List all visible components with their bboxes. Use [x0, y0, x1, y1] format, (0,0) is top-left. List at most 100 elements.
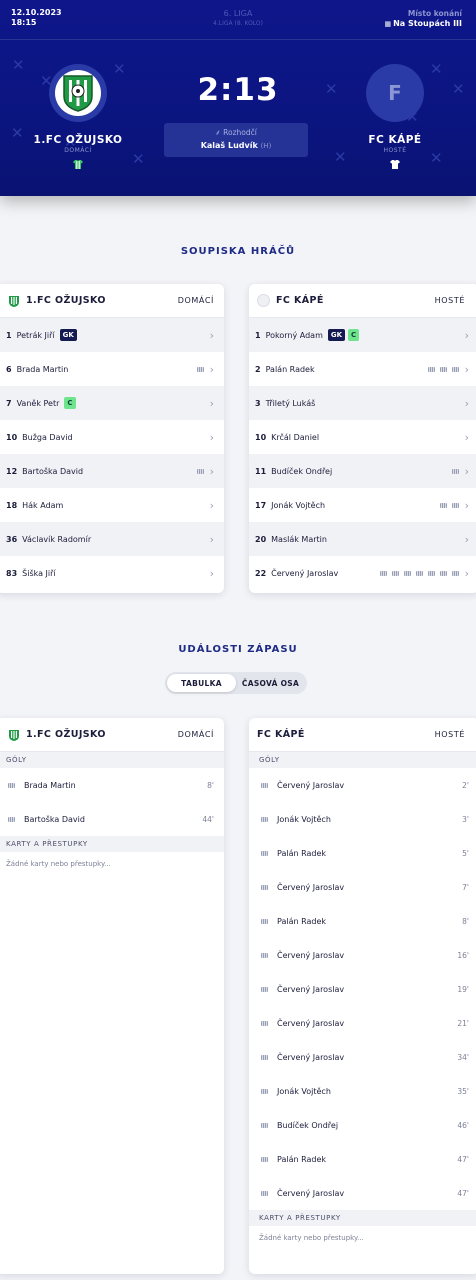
player-row[interactable]: 1 Pokorný Adam GK C ›: [249, 318, 476, 352]
match-header: 12.10.2023 18:15 6. LIGA 4.LIGA (8. KOLO…: [0, 0, 476, 196]
player-row[interactable]: 12 Bartoška David ›: [0, 454, 224, 488]
player-name: Vaněk Petr: [16, 398, 60, 408]
player-number: 83: [6, 568, 18, 578]
player-number: 10: [6, 432, 18, 442]
player-row[interactable]: 20 Maslák Martin ›: [249, 522, 476, 556]
tab-timeline[interactable]: ČASOVÁ OSA: [236, 674, 305, 692]
events-title: UDÁLOSTI ZÁPASU: [178, 644, 298, 655]
player-row[interactable]: 18 Hák Adam ›: [0, 488, 224, 522]
chevron-right-icon: ›: [209, 430, 214, 444]
goal-icon: [261, 952, 268, 958]
player-name: Budíček Ondřej: [271, 466, 333, 476]
chevron-right-icon: ›: [209, 464, 214, 478]
goal-icon: [261, 1122, 268, 1128]
goal-event-row: Budíček Ondřej 46': [249, 1108, 476, 1142]
goal-event-row: Červený Jaroslav 2': [249, 768, 476, 802]
goal-event-row: Palán Radek 5': [249, 836, 476, 870]
chevron-right-icon: ›: [209, 532, 214, 546]
away-team[interactable]: F FC KÁPÉ HOSTÉ: [335, 64, 455, 173]
scorer-name: Palán Radek: [277, 848, 327, 858]
goal-icon: [403, 570, 411, 576]
goal-icon: [8, 782, 15, 788]
scorer-name: Budíček Ondřej: [277, 1120, 339, 1130]
chevron-right-icon: ›: [464, 566, 469, 580]
chevron-right-icon: ›: [464, 532, 469, 546]
player-name: Bartoška David: [22, 466, 84, 476]
referee-name: Kalaš Ludvík: [200, 141, 258, 150]
player-row[interactable]: 10 Krčál Daniel ›: [249, 420, 476, 454]
goal-icon: [261, 1020, 268, 1026]
player-number: 20: [255, 534, 267, 544]
home-roster-card: 1.FC OŽUJSKO DOMÁCÍ 1 Petrák Jiří GK › 6 Brad…: [0, 284, 224, 593]
player-row[interactable]: 11 Budíček Ondřej ›: [249, 454, 476, 488]
player-row[interactable]: 17 Jonák Vojtěch ›: [249, 488, 476, 522]
away-team-name: FC KÁPÉ: [368, 134, 422, 146]
player-name: Václavík Radomír: [22, 534, 92, 544]
goal-icon: [261, 782, 268, 788]
player-row[interactable]: 10 Bužga David ›: [0, 420, 224, 454]
player-row[interactable]: 3 Třiletý Lukáš ›: [249, 386, 476, 420]
tab-table[interactable]: TABULKA: [167, 674, 236, 692]
chevron-right-icon: ›: [464, 396, 469, 410]
scorer-name: Jonák Vojtěch: [277, 814, 331, 824]
home-events-header: 1.FC OŽUJSKO DOMÁCÍ: [0, 718, 224, 752]
goal-icon: [8, 816, 15, 822]
home-roster-team-name: 1.FC OŽUJSKO: [26, 295, 106, 306]
away-roster-role: HOSTÉ: [434, 296, 465, 305]
player-row[interactable]: 36 Václavík Radomír ›: [0, 522, 224, 556]
player-row[interactable]: 1 Petrák Jiří GK ›: [0, 318, 224, 352]
player-name: Brada Martin: [16, 364, 69, 374]
away-team-role: HOSTÉ: [383, 147, 407, 154]
goal-icon: [261, 1190, 268, 1196]
goal-minute: 2': [462, 780, 469, 790]
goal-minute: 47': [457, 1188, 469, 1198]
goal-icon: [261, 850, 268, 856]
away-roster-header: FC KÁPÉ HOSTÉ: [249, 284, 476, 318]
player-name: Šiška Jiří: [22, 568, 56, 578]
away-club-icon: [257, 294, 270, 307]
home-cards-label: KARTY A PŘESTUPKY: [0, 836, 224, 852]
goal-minute: 7': [462, 882, 469, 892]
goal-minute: 46': [457, 1120, 469, 1130]
player-row[interactable]: 2 Palán Radek ›: [249, 352, 476, 386]
home-team-role: DOMÁCÍ: [64, 147, 92, 154]
home-team-name: 1.FC OŽUJSKO: [33, 134, 123, 146]
chevron-right-icon: ›: [464, 464, 469, 478]
goal-icon: [427, 366, 435, 372]
player-number: 12: [6, 466, 18, 476]
home-roster-role: DOMÁCÍ: [177, 296, 214, 305]
scorer-name: Palán Radek: [277, 1154, 327, 1164]
venue-name: Na Stoupách III: [393, 19, 462, 28]
goal-icon: [439, 570, 447, 576]
chevron-right-icon: ›: [464, 328, 469, 342]
home-club-icon: [9, 295, 19, 307]
goal-minute: 47': [457, 1154, 469, 1164]
home-club-icon: [9, 729, 19, 741]
player-name: Jonák Vojtěch: [271, 500, 326, 510]
player-name: Palán Radek: [265, 364, 315, 374]
venue: Místo konání ▦ Na Stoupách III: [384, 9, 462, 29]
player-number: 7: [6, 398, 12, 408]
away-goals-label: GÓLY: [249, 752, 476, 768]
goal-event-row: Červený Jaroslav 34': [249, 1040, 476, 1074]
goal-icon: [451, 366, 459, 372]
goal-event-row: Červený Jaroslav 7': [249, 870, 476, 904]
chevron-right-icon: ›: [209, 328, 214, 342]
player-number: 18: [6, 500, 18, 510]
goal-icon: [439, 502, 447, 508]
goal-event-row: Palán Radek 47': [249, 1142, 476, 1176]
goal-icon: [261, 884, 268, 890]
player-name: Petrák Jiří: [16, 330, 55, 340]
away-team-initial: F: [388, 81, 402, 105]
goal-minute: 3': [462, 814, 469, 824]
player-name: Třiletý Lukáš: [265, 398, 316, 408]
scorer-name: Červený Jaroslav: [277, 1052, 345, 1062]
scorer-name: Červený Jaroslav: [277, 780, 345, 790]
player-row[interactable]: 7 Vaněk Petr C ›: [0, 386, 224, 420]
player-row[interactable]: 22 Červený Jaroslav ›: [249, 556, 476, 590]
player-row[interactable]: 6 Brada Martin ›: [0, 352, 224, 386]
goal-event-row: Červený Jaroslav 19': [249, 972, 476, 1006]
home-events-role: DOMÁCÍ: [177, 730, 214, 739]
player-row[interactable]: 83 Šiška Jiří ›: [0, 556, 224, 590]
player-name: Bužga David: [22, 432, 73, 442]
